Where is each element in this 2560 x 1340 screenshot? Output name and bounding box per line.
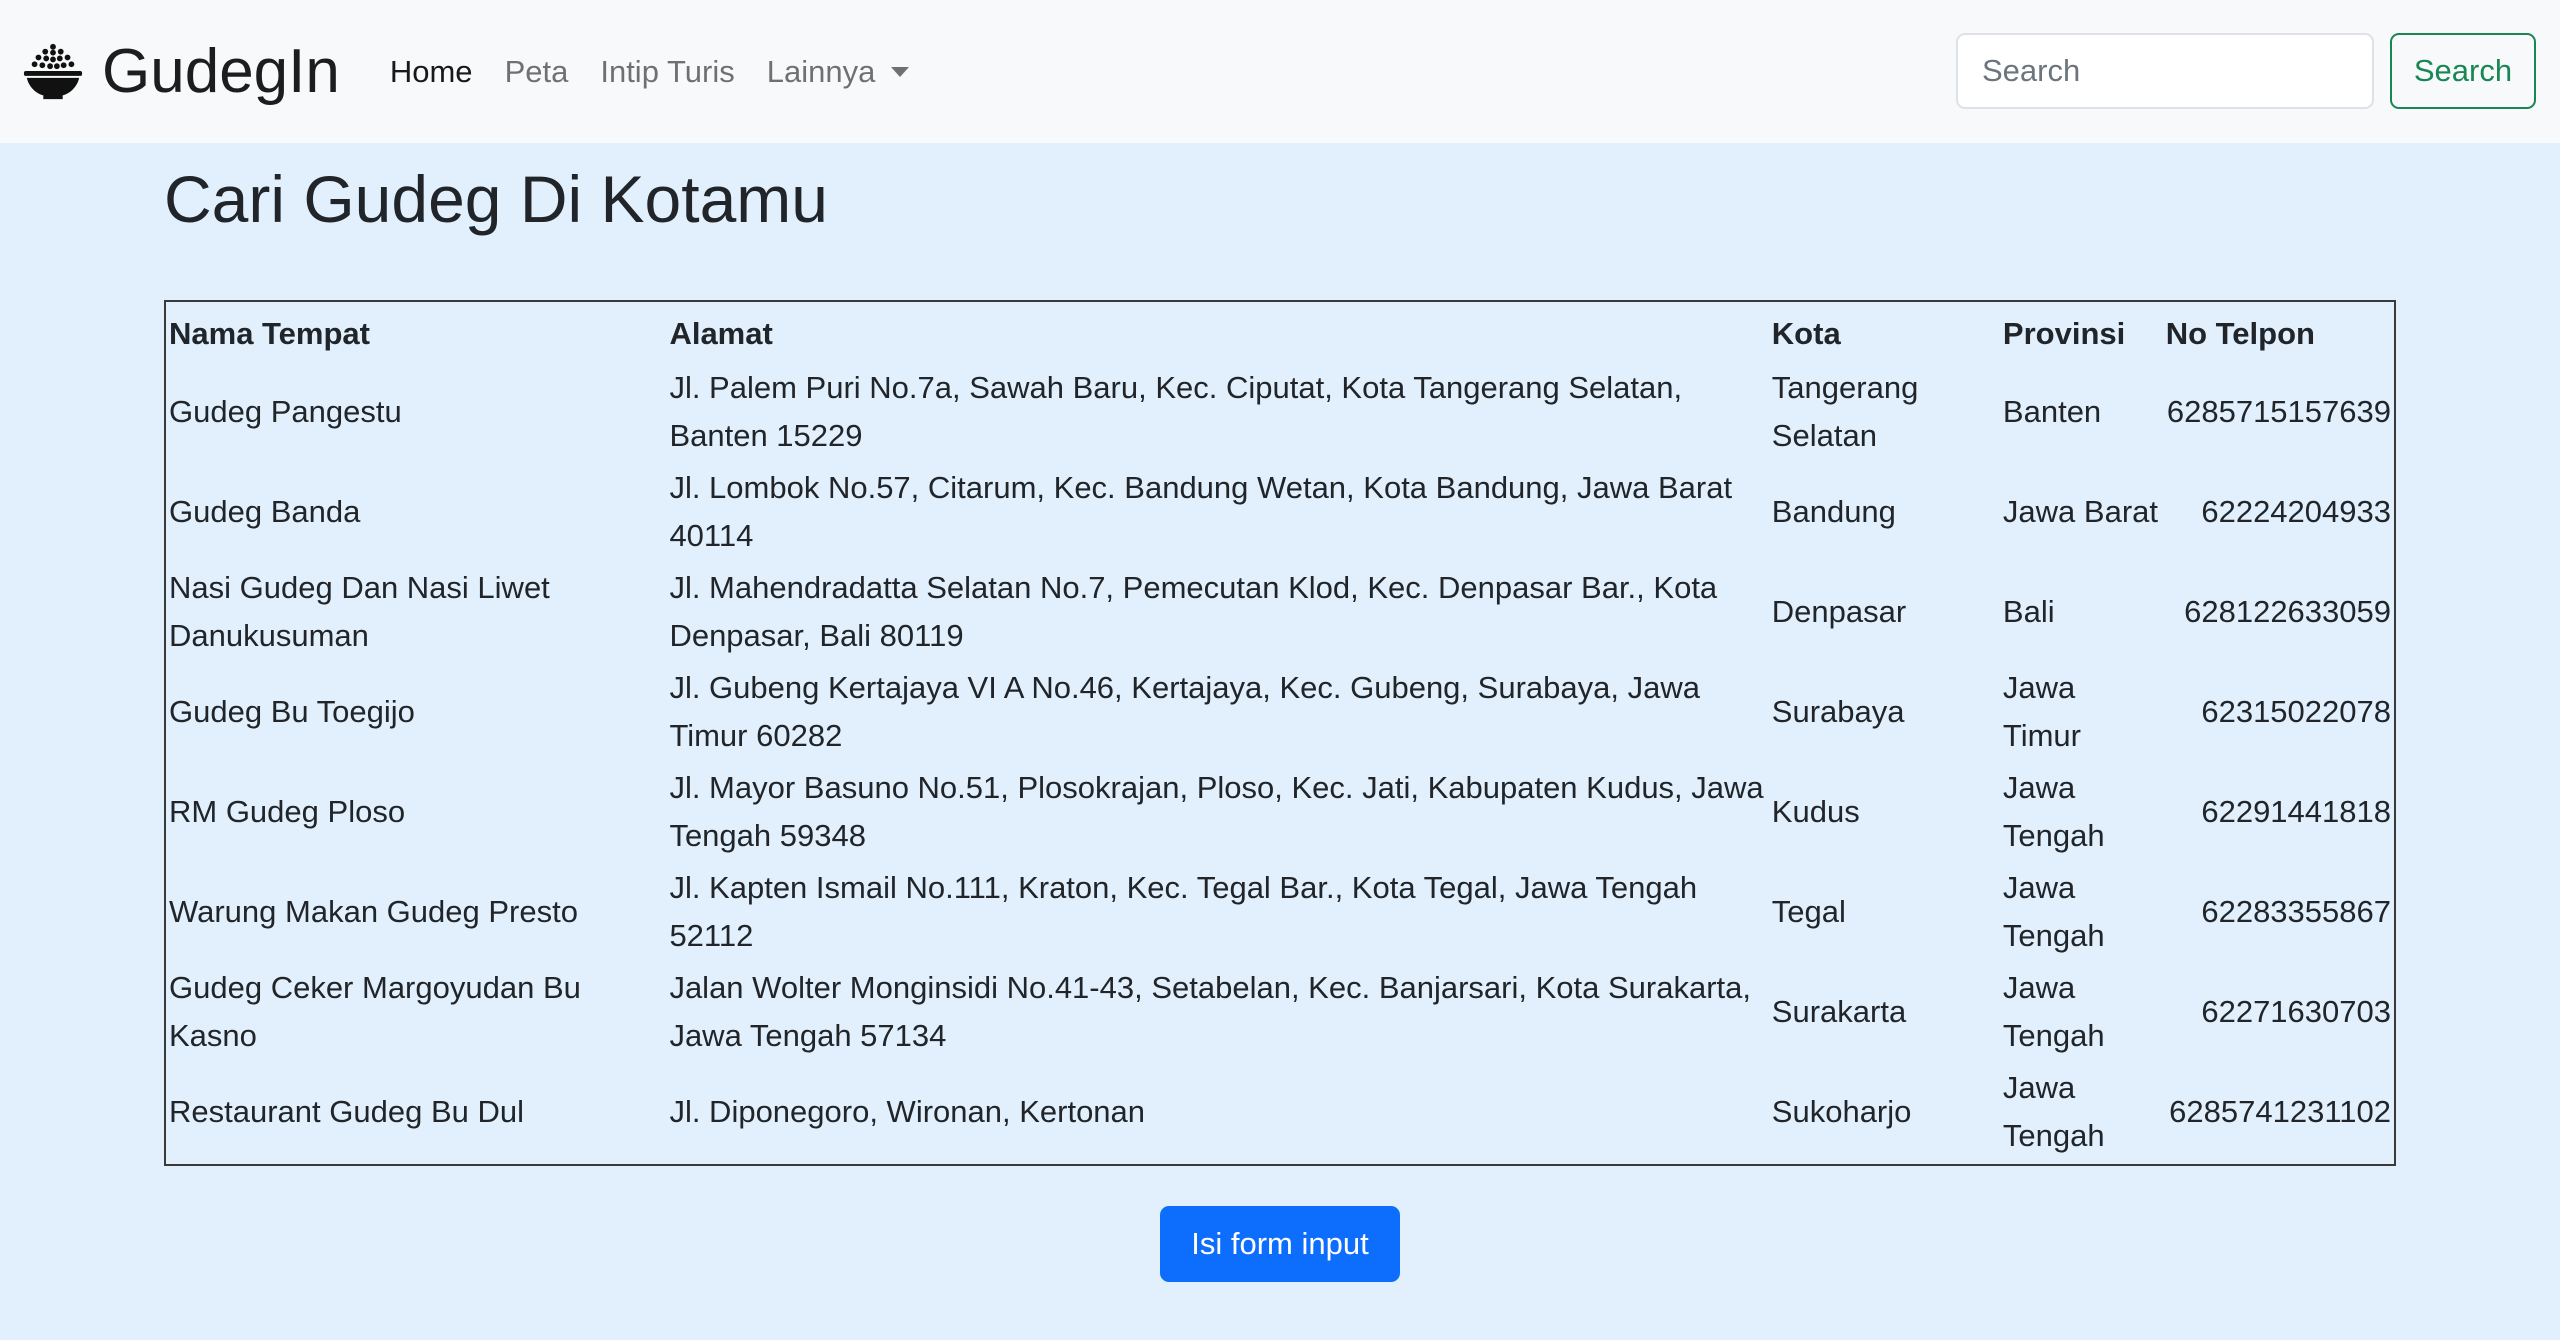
header-alamat: Alamat bbox=[669, 316, 773, 351]
cell-alamat: Jl. Lombok No.57, Citarum, Kec. Bandung … bbox=[669, 470, 1733, 553]
cell-alamat: Jl. Mayor Basuno No.51, Plosokrajan, Plo… bbox=[669, 770, 1764, 853]
cell-kota: Surabaya bbox=[1771, 694, 1905, 729]
cell-provinsi: Jawa Barat bbox=[2002, 494, 2158, 529]
table-header-row: Nama Tempat Alamat Kota Provinsi No Telp… bbox=[165, 301, 2395, 362]
cell-nama-tempat: Warung Makan Gudeg Presto bbox=[169, 894, 578, 929]
cell-provinsi: Jawa Tengah bbox=[2002, 770, 2105, 853]
cell-no-telpon: 6285715157639 bbox=[2166, 394, 2391, 429]
cell-alamat: Jl. Gubeng Kertajaya VI A No.46, Kertaja… bbox=[669, 670, 1700, 753]
cell-kota: Kudus bbox=[1771, 794, 1860, 829]
table-row: Nasi Gudeg Dan Nasi Liwet Danukusuman Jl… bbox=[165, 562, 2395, 662]
cell-alamat: Jl. Diponegoro, Wironan, Kertonan bbox=[669, 1094, 1146, 1129]
cell-provinsi: Bali bbox=[2002, 594, 2055, 629]
table-row: Warung Makan Gudeg Presto Jl. Kapten Ism… bbox=[165, 862, 2395, 962]
cell-alamat: Jl. Kapten Ismail No.111, Kraton, Kec. T… bbox=[669, 870, 1698, 953]
table-row: Restaurant Gudeg Bu Dul Jl. Diponegoro, … bbox=[165, 1062, 2395, 1165]
table-row: Gudeg Banda Jl. Lombok No.57, Citarum, K… bbox=[165, 462, 2395, 562]
cell-no-telpon: 62283355867 bbox=[2201, 894, 2391, 929]
search-input[interactable] bbox=[1956, 33, 2374, 109]
gudeg-table: Nama Tempat Alamat Kota Provinsi No Telp… bbox=[164, 300, 2396, 1166]
cell-no-telpon: 62224204933 bbox=[2201, 494, 2391, 529]
cell-nama-tempat: Gudeg Banda bbox=[169, 494, 361, 529]
caret-down-icon bbox=[891, 66, 910, 77]
cell-alamat: Jl. Palem Puri No.7a, Sawah Baru, Kec. C… bbox=[669, 370, 1683, 453]
table-row: Gudeg Bu Toegijo Jl. Gubeng Kertajaya VI… bbox=[165, 662, 2395, 762]
cell-alamat: Jl. Mahendradatta Selatan No.7, Pemecuta… bbox=[669, 570, 1718, 653]
cell-provinsi: Jawa Timur bbox=[2002, 670, 2081, 753]
page-title: Cari Gudeg Di Kotamu bbox=[164, 162, 828, 236]
cell-no-telpon: 62291441818 bbox=[2201, 794, 2391, 829]
cell-kota: Bandung bbox=[1771, 494, 1896, 529]
cell-provinsi: Jawa Tengah bbox=[2002, 970, 2105, 1053]
brand-name: GudegIn bbox=[102, 36, 340, 106]
header-provinsi: Provinsi bbox=[2002, 316, 2126, 351]
cell-nama-tempat: Restaurant Gudeg Bu Dul bbox=[169, 1094, 524, 1129]
navbar: GudegIn Home Peta Intip Turis Lainnya Se… bbox=[0, 0, 2560, 143]
header-kota: Kota bbox=[1771, 316, 1841, 351]
header-nama-tempat: Nama Tempat bbox=[169, 316, 370, 351]
rice-bowl-icon bbox=[23, 43, 83, 99]
nav-lainnya-dropdown[interactable]: Lainnya bbox=[767, 54, 910, 90]
search-button[interactable]: Search bbox=[2390, 33, 2536, 109]
table-row: Gudeg Ceker Margoyudan Bu Kasno Jalan Wo… bbox=[165, 962, 2395, 1062]
cell-kota: Tegal bbox=[1771, 894, 1846, 929]
cell-alamat: Jalan Wolter Monginsidi No.41-43, Setabe… bbox=[669, 970, 1752, 1053]
cell-kota: Tangerang Selatan bbox=[1771, 370, 1919, 453]
cell-no-telpon: 628122633059 bbox=[2184, 594, 2391, 629]
cell-provinsi: Banten bbox=[2002, 394, 2102, 429]
table-row: RM Gudeg Ploso Jl. Mayor Basuno No.51, P… bbox=[165, 762, 2395, 862]
cell-no-telpon: 62315022078 bbox=[2201, 694, 2391, 729]
cell-nama-tempat: Gudeg Pangestu bbox=[169, 394, 402, 429]
cell-kota: Sukoharjo bbox=[1771, 1094, 1912, 1129]
form-input-button[interactable]: Isi form input bbox=[1160, 1206, 1400, 1282]
table-row: Gudeg Pangestu Jl. Palem Puri No.7a, Saw… bbox=[165, 362, 2395, 462]
brand-link[interactable]: GudegIn bbox=[22, 36, 340, 106]
nav-links: Home Peta Intip Turis Lainnya bbox=[390, 54, 941, 90]
cell-no-telpon: 62271630703 bbox=[2201, 994, 2391, 1029]
cell-nama-tempat: Nasi Gudeg Dan Nasi Liwet Danukusuman bbox=[169, 570, 550, 653]
nav-intip-turis[interactable]: Intip Turis bbox=[600, 54, 734, 90]
cell-nama-tempat: RM Gudeg Ploso bbox=[169, 794, 406, 829]
cell-kota: Surakarta bbox=[1771, 994, 1907, 1029]
cell-nama-tempat: Gudeg Bu Toegijo bbox=[169, 694, 415, 729]
search-form: Search bbox=[1956, 33, 2536, 109]
cell-nama-tempat: Gudeg Ceker Margoyudan Bu Kasno bbox=[169, 970, 581, 1053]
nav-home[interactable]: Home bbox=[390, 54, 473, 90]
header-no-telpon: No Telpon bbox=[2165, 316, 2315, 351]
nav-lainnya-label: Lainnya bbox=[766, 53, 876, 89]
nav-peta[interactable]: Peta bbox=[505, 54, 569, 90]
cell-provinsi: Jawa Tengah bbox=[2002, 870, 2105, 953]
cell-no-telpon: 6285741231102 bbox=[2169, 1094, 2391, 1129]
cell-kota: Denpasar bbox=[1771, 594, 1907, 629]
cell-provinsi: Jawa Tengah bbox=[2002, 1070, 2105, 1153]
